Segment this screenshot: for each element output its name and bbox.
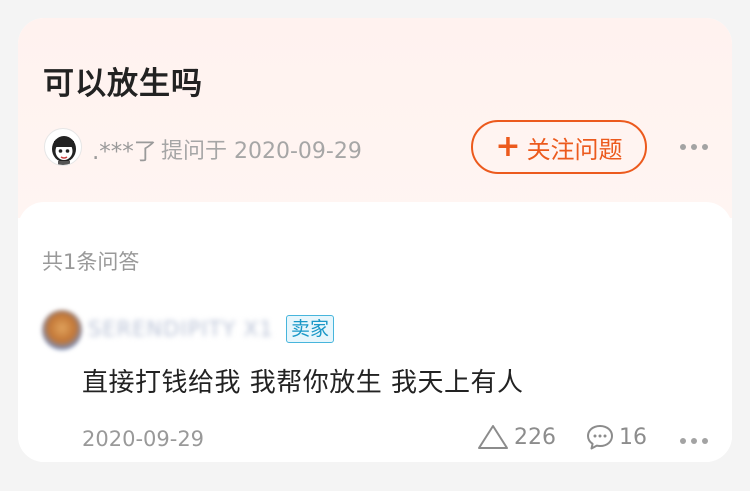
qa-card: 可以放生吗 .***了 提问于 2020-09-29 + 关注问题 共1条问答 … bbox=[18, 18, 732, 462]
asked-at: 提问于 2020-09-29 bbox=[161, 139, 362, 164]
answer-text[interactable]: 直接打钱给我 我帮你放生 我天上有人 bbox=[82, 362, 524, 399]
speech-bubble-icon bbox=[587, 425, 613, 450]
question-title: 可以放生吗 bbox=[43, 66, 203, 102]
comment-count: 16 bbox=[619, 424, 647, 450]
answer-date: 2020-09-29 bbox=[82, 427, 205, 451]
like-button[interactable]: 226 bbox=[476, 423, 556, 451]
seller-badge: 卖家 bbox=[286, 315, 335, 343]
answer-count: 共1条问答 bbox=[42, 250, 140, 274]
asker-avatar[interactable] bbox=[44, 128, 82, 166]
follow-question-button[interactable]: + 关注问题 bbox=[471, 120, 647, 174]
follow-label: 关注问题 bbox=[526, 135, 623, 164]
answer-more-dots-icon[interactable] bbox=[680, 438, 708, 444]
answerer-name[interactable]: SERENDIPITY X1 bbox=[88, 317, 273, 341]
question-section: 可以放生吗 .***了 提问于 2020-09-29 + 关注问题 bbox=[18, 18, 732, 218]
plus-icon: + bbox=[495, 129, 521, 164]
asker-name[interactable]: .***了 bbox=[92, 132, 157, 166]
answerer-avatar[interactable] bbox=[42, 310, 82, 350]
triangle-like-icon bbox=[478, 425, 508, 449]
answers-section: 共1条问答 SERENDIPITY X1 卖家 直接打钱给我 我帮你放生 我天上… bbox=[18, 202, 732, 462]
more-dots-icon[interactable] bbox=[680, 144, 708, 150]
comment-button[interactable]: 16 bbox=[585, 423, 647, 451]
like-count: 226 bbox=[514, 424, 556, 450]
